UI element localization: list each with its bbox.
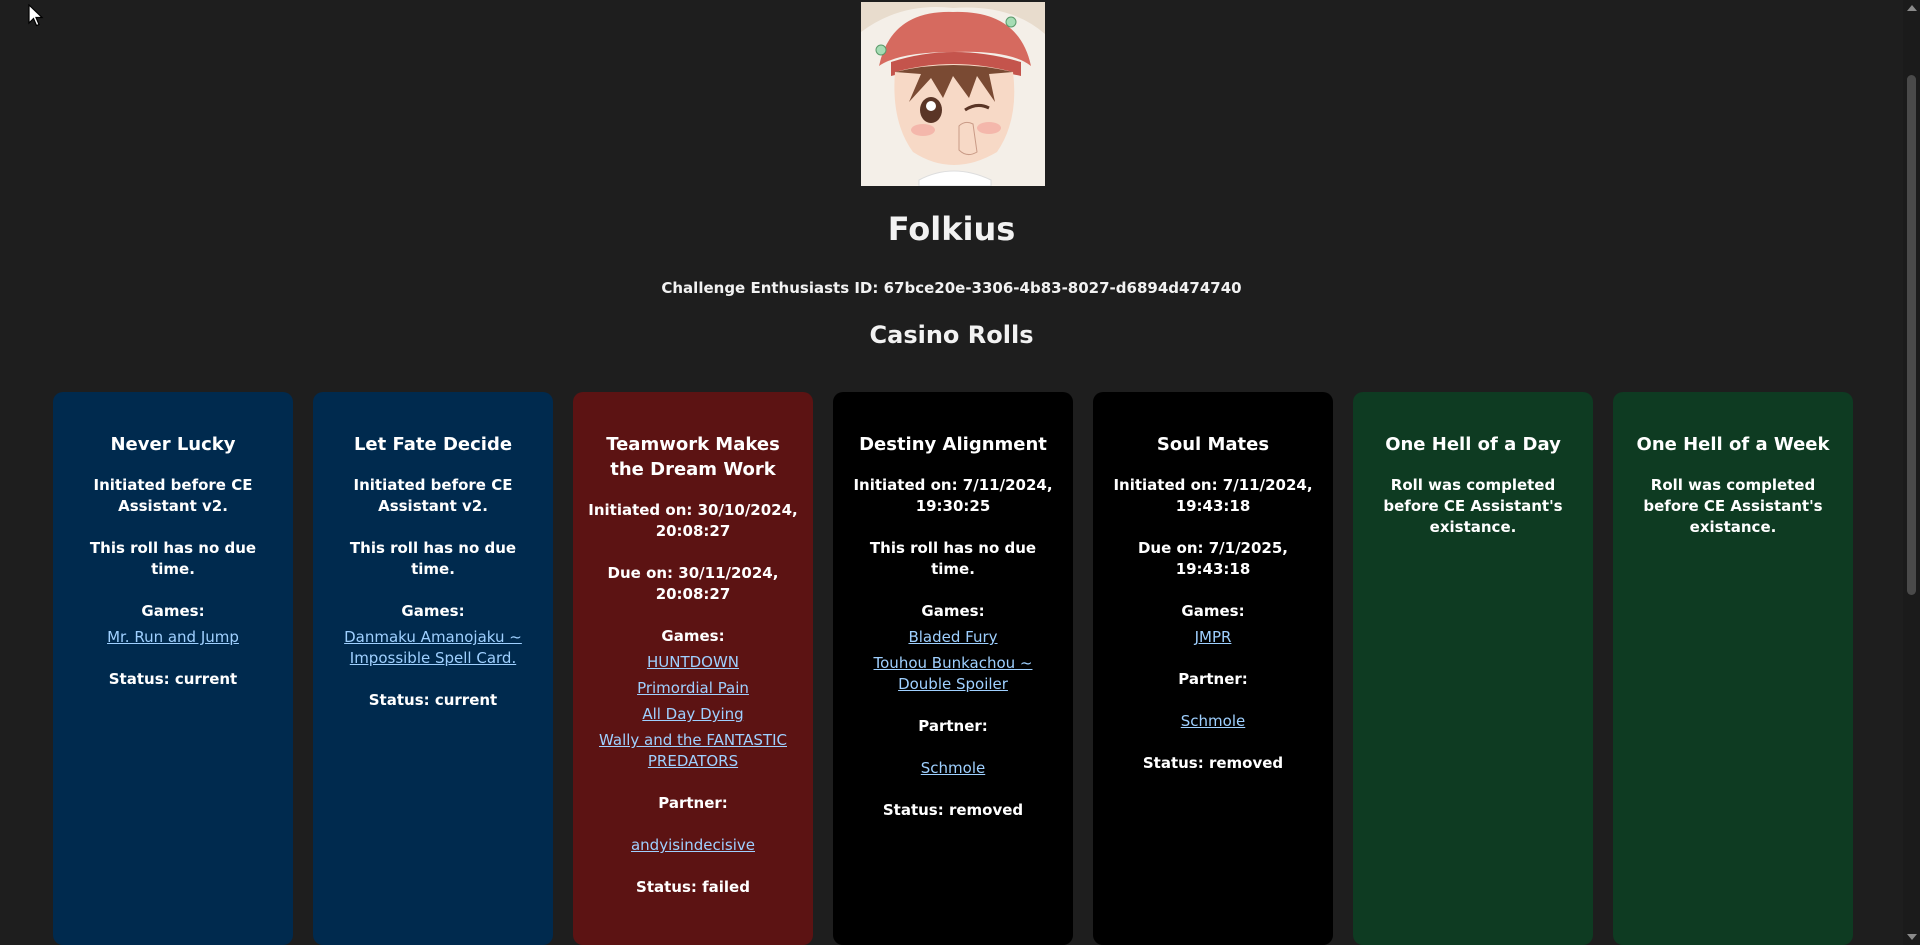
casino-rolls-heading: Casino Rolls [869,321,1034,349]
game-link[interactable]: Mr. Run and Jump [107,628,239,646]
partner-label: Partner: [918,717,988,735]
roll-status: Status: removed [882,801,1024,819]
username-heading: Folkius [887,210,1016,248]
game-list-item: Bladed Fury [847,627,1059,648]
partner-link[interactable]: Schmole [1181,712,1245,730]
game-list-item: Wally and the FANTASTIC PREDATORS [587,730,799,772]
roll-note: Roll was completed before CE Assistant's… [1383,476,1563,536]
roll-status: Status: failed [636,878,750,896]
user-avatar [861,2,1045,186]
scroll-up-arrow-icon[interactable] [1907,5,1917,11]
roll-card: One Hell of a Day Roll was completed befo… [1353,392,1593,945]
roll-title: Soul Mates [1156,434,1270,455]
partner-label: Partner: [658,794,728,812]
game-list-item: Mr. Run and Jump [67,627,279,648]
game-list-item: JMPR [1107,627,1319,648]
partner-link[interactable]: Schmole [921,759,985,777]
game-list: Bladed Fury Touhou Bunkachou ~ Double Spo… [847,627,1059,695]
roll-note: Roll was completed before CE Assistant's… [1643,476,1823,536]
partner-label: Partner: [1178,670,1248,688]
roll-initiated: Initiated on: 7/11/2024, 19:30:25 [853,476,1053,515]
roll-title: Teamwork Makes the Dream Work [606,434,780,480]
roll-title: One Hell of a Day [1385,434,1561,455]
games-label: Games: [1181,602,1245,620]
roll-title: Destiny Alignment [859,434,1047,455]
partner-row: andyisindecisive [587,835,799,856]
vertical-scrollbar[interactable] [1903,0,1920,945]
game-link[interactable]: JMPR [1195,628,1232,646]
games-label: Games: [921,602,985,620]
roll-due: This roll has no due time. [89,539,257,578]
game-link[interactable]: HUNTDOWN [647,653,739,671]
roll-card: Destiny Alignment Initiated on: 7/11/2024… [833,392,1073,945]
roll-title: One Hell of a Week [1636,434,1830,455]
roll-title: Let Fate Decide [353,434,513,455]
roll-card: Teamwork Makes the Dream Work Initiated o… [573,392,813,945]
roll-due: Due on: 7/1/2025, 19:43:18 [1137,539,1288,578]
game-link[interactable]: Primordial Pain [637,679,749,697]
game-list-item: HUNTDOWN [587,652,799,673]
roll-due: This roll has no due time. [349,539,517,578]
roll-card: Soul Mates Initiated on: 7/11/2024, 19:43… [1093,392,1333,945]
game-list-item: All Day Dying [587,704,799,725]
game-list-item: Primordial Pain [587,678,799,699]
games-label: Games: [661,627,725,645]
game-list: HUNTDOWN Primordial Pain All Day Dying Wall… [587,652,799,772]
scrollbar-thumb[interactable] [1907,75,1916,595]
game-link[interactable]: Bladed Fury [908,628,997,646]
roll-due: Due on: 30/11/2024, 20:08:27 [607,564,779,603]
scroll-down-arrow-icon[interactable] [1907,934,1917,940]
partner-link[interactable]: andyisindecisive [631,836,755,854]
game-list-item: Touhou Bunkachou ~ Double Spoiler [847,653,1059,695]
game-list-item: Danmaku Amanojaku ~ Impossible Spell Car… [327,627,539,669]
roll-due: This roll has no due time. [869,539,1037,578]
roll-initiated: Initiated on: 30/10/2024, 20:08:27 [588,501,798,540]
ce-id-text: Challenge Enthusiasts ID: 67bce20e-3306-… [661,279,1242,297]
game-link[interactable]: All Day Dying [642,705,743,723]
roll-initiated: Initiated on: 7/11/2024, 19:43:18 [1113,476,1313,515]
roll-status: Status: current [108,670,238,688]
roll-status: Status: current [368,691,498,709]
roll-card: Never Lucky Initiated before CE Assistant… [53,392,293,945]
partner-row: Schmole [847,758,1059,779]
game-link[interactable]: Danmaku Amanojaku ~ Impossible Spell Car… [344,628,522,667]
casino-roll-cards: Never Lucky Initiated before CE Assistant… [53,392,1853,945]
mouse-cursor-icon [28,4,44,27]
game-list: Danmaku Amanojaku ~ Impossible Spell Car… [327,627,539,669]
roll-title: Never Lucky [110,434,236,455]
roll-status: Status: removed [1142,754,1284,772]
roll-initiated: Initiated before CE Assistant v2. [93,476,253,515]
game-link[interactable]: Wally and the FANTASTIC PREDATORS [599,731,787,770]
roll-initiated: Initiated before CE Assistant v2. [353,476,513,515]
games-label: Games: [401,602,465,620]
profile-page: Folkius Challenge Enthusiasts ID: 67bce2… [0,0,1920,945]
games-label: Games: [141,602,205,620]
roll-card: Let Fate Decide Initiated before CE Assis… [313,392,553,945]
game-list: JMPR [1107,627,1319,648]
game-list: Mr. Run and Jump [67,627,279,648]
game-link[interactable]: Touhou Bunkachou ~ Double Spoiler [874,654,1033,693]
partner-row: Schmole [1107,711,1319,732]
roll-card: One Hell of a Week Roll was completed bef… [1613,392,1853,945]
